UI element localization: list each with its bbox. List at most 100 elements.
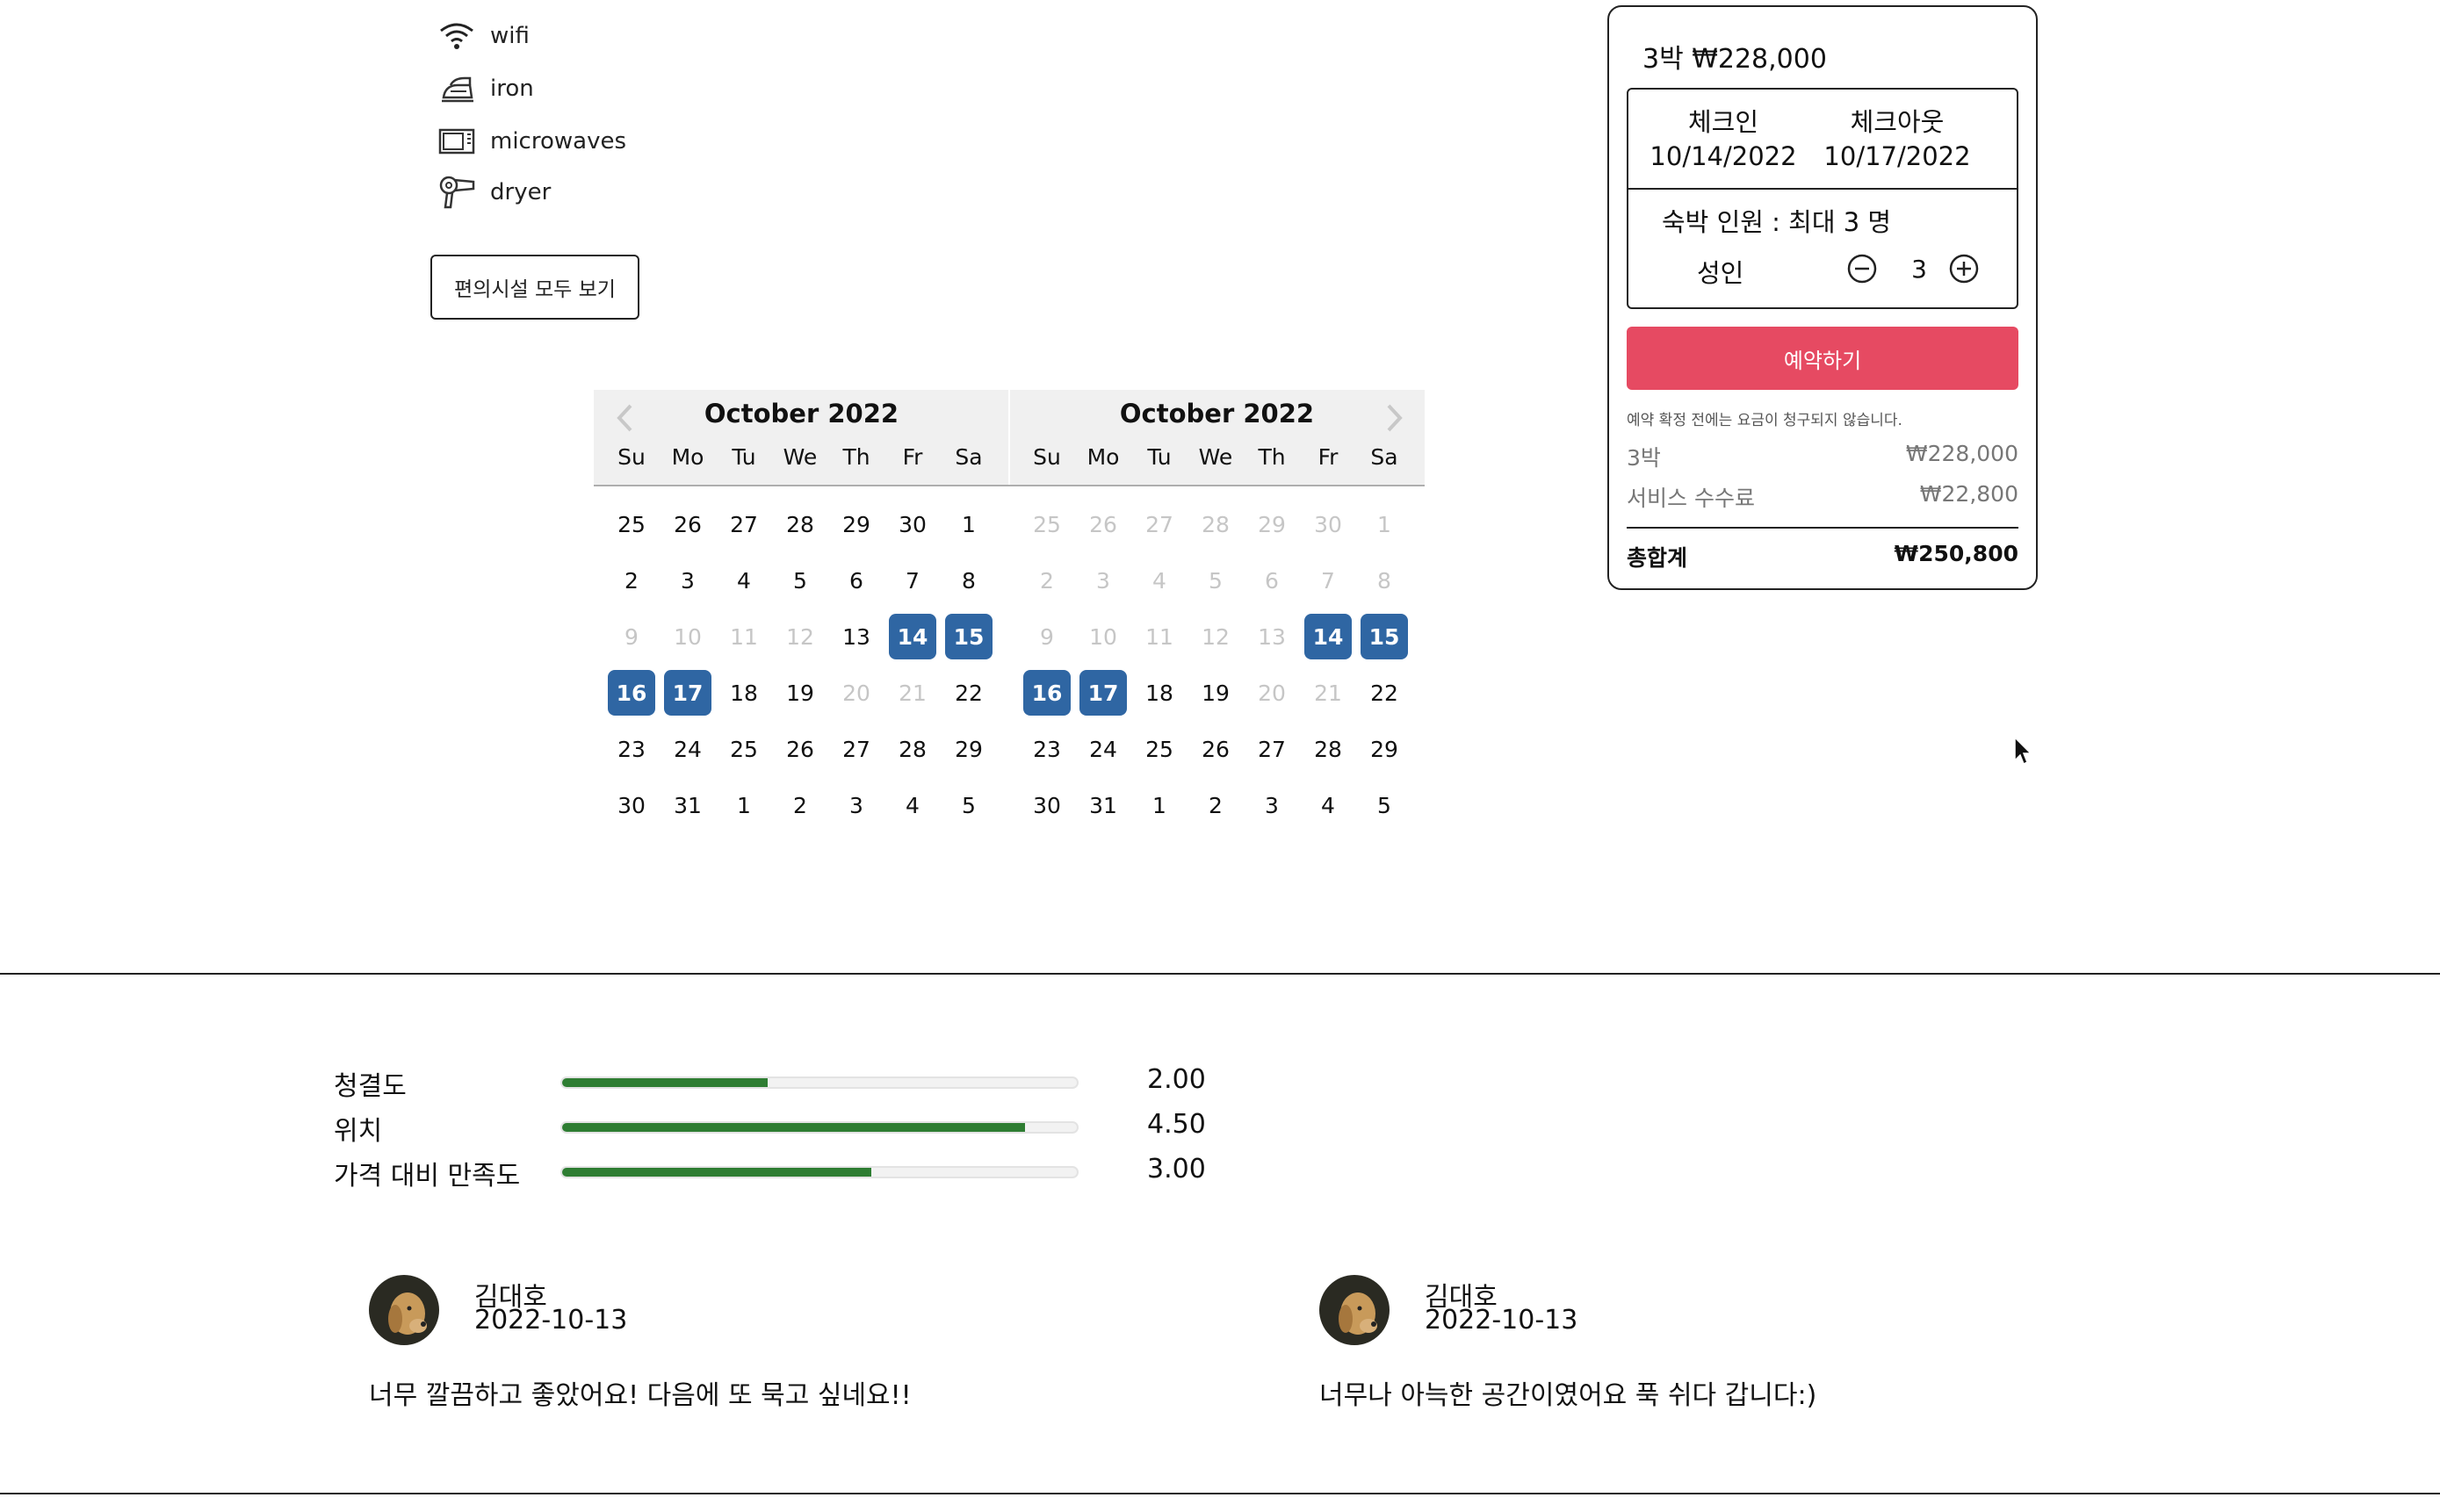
reserve-button[interactable]: 예약하기 xyxy=(1627,327,2018,390)
calendar-day[interactable]: 2 xyxy=(1023,558,1071,603)
calendar-day[interactable]: 19 xyxy=(1192,670,1239,716)
calendar-day[interactable]: 14 xyxy=(1304,614,1352,659)
calendar-day[interactable]: 28 xyxy=(1192,501,1239,547)
calendar-day[interactable]: 24 xyxy=(1079,726,1127,772)
show-all-amenities-button[interactable]: 편의시설 모두 보기 xyxy=(430,255,639,320)
calendar-day[interactable]: 10 xyxy=(664,614,711,659)
calendar-day[interactable]: 5 xyxy=(1361,782,1408,828)
weekday-label: Tu xyxy=(732,444,756,470)
calendar-day[interactable]: 9 xyxy=(1023,614,1071,659)
decrement-adults-button[interactable] xyxy=(1846,253,1878,284)
calendar-day[interactable]: 3 xyxy=(833,782,880,828)
calendar-day[interactable]: 17 xyxy=(664,670,711,716)
calendar-day[interactable]: 28 xyxy=(776,501,824,547)
calendar-day[interactable]: 11 xyxy=(720,614,768,659)
calendar-day[interactable]: 26 xyxy=(776,726,824,772)
calendar-day[interactable]: 13 xyxy=(1248,614,1296,659)
amenity-wifi: wifi xyxy=(436,14,530,58)
calendar-day[interactable]: 3 xyxy=(1248,782,1296,828)
calendar-day[interactable]: 15 xyxy=(1361,614,1408,659)
calendar-day[interactable]: 20 xyxy=(1248,670,1296,716)
calendar-day[interactable]: 1 xyxy=(720,782,768,828)
calendar-day[interactable]: 16 xyxy=(608,670,655,716)
calendar-day[interactable]: 18 xyxy=(1136,670,1183,716)
calendar-day[interactable]: 26 xyxy=(664,501,711,547)
checkin-field[interactable]: 체크인 10/14/2022 xyxy=(1635,105,1811,174)
increment-adults-button[interactable] xyxy=(1948,253,1980,284)
calendar-day[interactable]: 27 xyxy=(1136,501,1183,547)
weekday-label: Mo xyxy=(671,444,704,470)
calendar-day[interactable]: 1 xyxy=(1136,782,1183,828)
calendar-day[interactable]: 5 xyxy=(945,782,993,828)
calendar-day[interactable]: 21 xyxy=(889,670,936,716)
weekday-label: Th xyxy=(842,444,870,470)
calendar-day[interactable]: 12 xyxy=(776,614,824,659)
calendar-day[interactable]: 27 xyxy=(1248,726,1296,772)
calendar-day[interactable]: 6 xyxy=(1248,558,1296,603)
calendar-day[interactable]: 25 xyxy=(1023,501,1071,547)
calendar-day[interactable]: 15 xyxy=(945,614,993,659)
calendar-day[interactable]: 2 xyxy=(776,782,824,828)
calendar-day[interactable]: 14 xyxy=(889,614,936,659)
calendar-day[interactable]: 30 xyxy=(1023,782,1071,828)
calendar-day[interactable]: 4 xyxy=(720,558,768,603)
calendar-day[interactable]: 22 xyxy=(1361,670,1408,716)
calendar-day[interactable]: 1 xyxy=(1361,501,1408,547)
calendar-day[interactable]: 3 xyxy=(664,558,711,603)
calendar-day[interactable]: 4 xyxy=(889,782,936,828)
calendar-day[interactable]: 2 xyxy=(608,558,655,603)
calendar-day[interactable]: 25 xyxy=(608,501,655,547)
calendar-day[interactable]: 10 xyxy=(1079,614,1127,659)
calendar-day[interactable]: 26 xyxy=(1079,501,1127,547)
calendar-day[interactable]: 27 xyxy=(833,726,880,772)
checkout-date: 10/17/2022 xyxy=(1823,141,1971,171)
checkout-field[interactable]: 체크아웃 10/17/2022 xyxy=(1809,105,1985,174)
calendar-day[interactable]: 30 xyxy=(608,782,655,828)
weekday-label: Fr xyxy=(902,444,923,470)
calendar-day[interactable]: 28 xyxy=(1304,726,1352,772)
calendar-day[interactable]: 29 xyxy=(833,501,880,547)
calendar-day[interactable]: 8 xyxy=(1361,558,1408,603)
calendar-day[interactable]: 23 xyxy=(608,726,655,772)
next-month-button[interactable] xyxy=(1382,402,1408,434)
calendar-day[interactable]: 13 xyxy=(833,614,880,659)
calendar-day[interactable]: 27 xyxy=(720,501,768,547)
calendar-day[interactable]: 5 xyxy=(776,558,824,603)
calendar-day[interactable]: 9 xyxy=(608,614,655,659)
calendar-day[interactable]: 29 xyxy=(1361,726,1408,772)
calendar-day[interactable]: 29 xyxy=(945,726,993,772)
calendar-day[interactable]: 2 xyxy=(1192,782,1239,828)
calendar-day[interactable]: 5 xyxy=(1192,558,1239,603)
minus-circle-icon xyxy=(1847,254,1877,284)
calendar-day[interactable]: 31 xyxy=(664,782,711,828)
calendar-day[interactable]: 28 xyxy=(889,726,936,772)
calendar-day[interactable]: 31 xyxy=(1079,782,1127,828)
calendar-day[interactable]: 21 xyxy=(1304,670,1352,716)
calendar-day[interactable]: 20 xyxy=(833,670,880,716)
calendar-day[interactable]: 22 xyxy=(945,670,993,716)
previous-month-button[interactable] xyxy=(611,402,638,434)
calendar-day[interactable]: 8 xyxy=(945,558,993,603)
calendar-day[interactable]: 11 xyxy=(1136,614,1183,659)
calendar-day[interactable]: 12 xyxy=(1192,614,1239,659)
calendar-day[interactable]: 6 xyxy=(833,558,880,603)
calendar-day[interactable]: 7 xyxy=(889,558,936,603)
calendar-day[interactable]: 16 xyxy=(1023,670,1071,716)
calendar-day[interactable]: 4 xyxy=(1136,558,1183,603)
calendar-day[interactable]: 29 xyxy=(1248,501,1296,547)
calendar-day[interactable]: 25 xyxy=(720,726,768,772)
calendar-day[interactable]: 17 xyxy=(1079,670,1127,716)
calendar-day[interactable]: 30 xyxy=(889,501,936,547)
booking-card: 3박 ₩228,000 체크인 10/14/2022 체크아웃 10/17/20… xyxy=(1607,5,2038,590)
calendar-day[interactable]: 30 xyxy=(1304,501,1352,547)
calendar-day[interactable]: 4 xyxy=(1304,782,1352,828)
calendar-day[interactable]: 26 xyxy=(1192,726,1239,772)
calendar-day[interactable]: 19 xyxy=(776,670,824,716)
calendar-day[interactable]: 24 xyxy=(664,726,711,772)
calendar-day[interactable]: 25 xyxy=(1136,726,1183,772)
calendar-day[interactable]: 3 xyxy=(1079,558,1127,603)
calendar-day[interactable]: 1 xyxy=(945,501,993,547)
calendar-day[interactable]: 23 xyxy=(1023,726,1071,772)
calendar-day[interactable]: 18 xyxy=(720,670,768,716)
calendar-day[interactable]: 7 xyxy=(1304,558,1352,603)
